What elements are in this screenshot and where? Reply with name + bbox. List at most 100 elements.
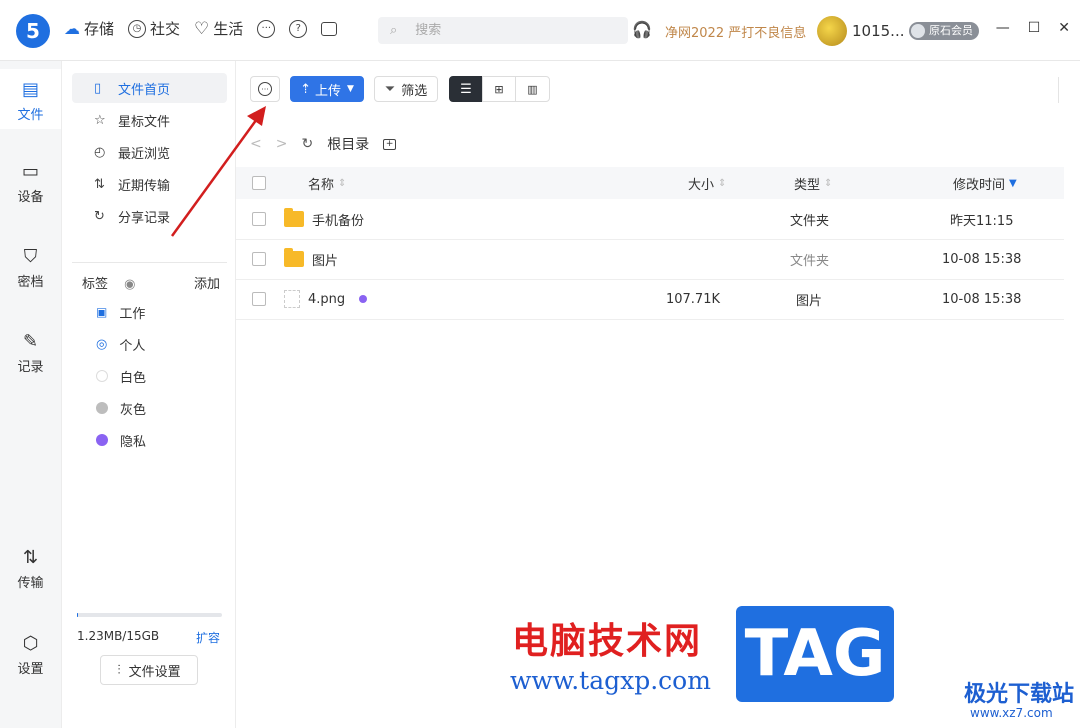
message-icon[interactable] — [321, 21, 338, 36]
more-options-button[interactable]: ··· — [250, 76, 280, 102]
forward-icon[interactable]: > — [276, 136, 288, 152]
row-checkbox[interactable] — [252, 292, 266, 306]
tag-label: 个人 — [119, 338, 146, 354]
maximize-icon[interactable]: ☐ — [1028, 20, 1041, 36]
headset-icon[interactable]: 🎧 — [632, 20, 652, 39]
private-tag-dot — [359, 295, 368, 303]
sidebar-item-label: 最近浏览 — [118, 146, 171, 162]
sidebar-item-transfers[interactable]: ⇅ 近期传输 — [72, 169, 227, 199]
rail-item-devices[interactable]: ▭ 设备 — [0, 161, 61, 205]
search-box[interactable]: ⌕ — [378, 17, 628, 44]
file-name[interactable]: 4.png — [308, 292, 345, 307]
sidebar-item-home[interactable]: ▯ 文件首页 — [72, 73, 227, 103]
view-grid-button[interactable]: ⊞ — [482, 76, 516, 102]
tags-title: 标签 — [82, 277, 109, 292]
nav-life-label: 生活 — [213, 20, 244, 38]
nav-social[interactable]: ◷ 社交 — [128, 18, 180, 39]
close-icon[interactable]: ✕ — [1058, 20, 1070, 36]
back-icon[interactable]: < — [250, 136, 262, 152]
view-list-button[interactable]: ☰ — [449, 76, 483, 102]
sidebar: ▯ 文件首页 ☆ 星标文件 ◴ 最近浏览 ⇅ 近期传输 ↻ 分享记录 标签 ◉ … — [62, 61, 236, 728]
sidebar-item-label: 文件首页 — [118, 82, 171, 98]
rail-files-label: 文件 — [17, 108, 44, 123]
file-settings-button[interactable]: ⫶ 文件设置 — [100, 655, 198, 685]
clock-icon: ◷ — [128, 19, 147, 38]
rail-item-settings[interactable]: ⬡ 设置 — [0, 633, 61, 677]
upload-cloud-icon: ⇡ — [300, 81, 311, 97]
rail-item-transfer[interactable]: ⇅ 传输 — [0, 547, 61, 591]
nav-storage[interactable]: ☁ 存储 — [64, 18, 114, 39]
list-icon: ☰ — [460, 81, 472, 97]
tag-item-gray[interactable]: 灰色 — [96, 396, 146, 420]
sort-desc-icon: ▼ — [1009, 177, 1017, 189]
help-icon[interactable]: ? — [289, 19, 308, 38]
file-modified: 10-08 15:38 — [942, 251, 1022, 267]
nav-storage-label: 存储 — [84, 20, 115, 38]
upload-button[interactable]: ⇡ 上传 ▼ — [290, 76, 364, 102]
left-rail: ▤ 文件 ▭ 设备 ⛉ 密档 ✎ 记录 ⇅ 传输 ⬡ 设置 — [0, 61, 62, 728]
filter-label: 筛选 — [401, 83, 428, 99]
header-modified[interactable]: 修改时间 ▼ — [953, 167, 1017, 199]
folder-icon — [284, 248, 304, 267]
header-size[interactable]: 大小 ⇕ — [688, 167, 726, 199]
share-icon: ↻ — [94, 208, 105, 224]
tag-item-work[interactable]: ▣ 工作 — [96, 300, 145, 324]
minimize-icon[interactable]: — — [996, 20, 1010, 36]
view-columns-button[interactable]: ▥ — [515, 76, 550, 102]
sidebar-item-shares[interactable]: ↻ 分享记录 — [72, 201, 227, 231]
more-icon[interactable]: ··· — [257, 19, 276, 38]
device-icon: ▭ — [21, 161, 39, 182]
file-icon: ▤ — [21, 79, 39, 100]
more-icon: ··· — [258, 82, 272, 96]
eye-icon[interactable]: ◉ — [124, 277, 135, 292]
tags-title-group: 标签 ◉ — [82, 273, 136, 292]
app-logo[interactable]: 5 — [16, 14, 50, 48]
expand-storage-link[interactable]: 扩容 — [196, 629, 220, 646]
tag-item-white[interactable]: 白色 — [96, 364, 146, 388]
sidebar-item-recent[interactable]: ◴ 最近浏览 — [72, 137, 227, 167]
row-checkbox[interactable] — [252, 212, 266, 226]
image-thumbnail-icon — [284, 290, 300, 308]
cloud-icon: ☁ — [64, 19, 80, 38]
person-icon: ◎ — [96, 336, 108, 352]
rail-item-vault[interactable]: ⛉ 密档 — [0, 246, 61, 290]
file-name[interactable]: 手机备份 — [312, 210, 364, 229]
header-type[interactable]: 类型 ⇕ — [794, 167, 832, 199]
tags-add-button[interactable]: 添加 — [194, 273, 220, 292]
file-size: 107.71K — [665, 291, 720, 307]
table-row[interactable]: 图片 文件夹 10-08 15:38 — [236, 239, 1064, 280]
refresh-icon[interactable]: ↻ — [301, 136, 313, 152]
header-name[interactable]: 名称 ⇕ — [308, 167, 346, 199]
filter-button[interactable]: ⏷ 筛选 — [374, 76, 438, 102]
avatar[interactable] — [817, 16, 847, 46]
row-checkbox[interactable] — [252, 252, 266, 266]
member-dot-icon — [911, 24, 925, 38]
rail-item-files[interactable]: ▤ 文件 — [0, 69, 61, 129]
sort-icon: ⇕ — [338, 177, 347, 189]
select-all-checkbox[interactable] — [252, 176, 266, 190]
search-input[interactable] — [413, 22, 598, 39]
white-dot-icon — [96, 370, 108, 382]
breadcrumb-root[interactable]: 根目录 — [327, 134, 369, 154]
file-outline-icon: ▯ — [94, 80, 102, 96]
tag-item-personal[interactable]: ◎ 个人 — [96, 332, 145, 356]
new-folder-icon[interactable]: + — [383, 138, 397, 150]
top-nav: ☁ 存储 ◷ 社交 ♡ 生活 ··· ? — [64, 18, 338, 39]
member-badge-label: 原石会员 — [929, 24, 973, 37]
file-type: 文件夹 — [790, 213, 830, 229]
table-row[interactable]: 手机备份 文件夹 昨天11:15 — [236, 199, 1064, 240]
promo-text[interactable]: 净网2022 严打不良信息 — [665, 22, 806, 41]
rail-item-notes[interactable]: ✎ 记录 — [0, 331, 61, 375]
storage-text: 1.23MB/15GB — [77, 629, 160, 643]
sidebar-item-starred[interactable]: ☆ 星标文件 — [72, 105, 227, 135]
upload-label: 上传 — [314, 83, 341, 99]
chevron-down-icon: ▼ — [347, 84, 354, 94]
site-logo-text: 极光下载站 — [964, 682, 1075, 707]
table-row[interactable]: 4.png 107.71K 图片 10-08 15:38 — [236, 279, 1064, 320]
member-badge[interactable]: 原石会员 — [909, 22, 979, 40]
tag-item-private[interactable]: 隐私 — [96, 428, 146, 452]
nav-life[interactable]: ♡ 生活 — [194, 18, 243, 39]
file-name[interactable]: 图片 — [312, 250, 338, 269]
sidebar-item-label: 星标文件 — [118, 114, 171, 130]
username[interactable]: 1015... — [852, 22, 904, 40]
